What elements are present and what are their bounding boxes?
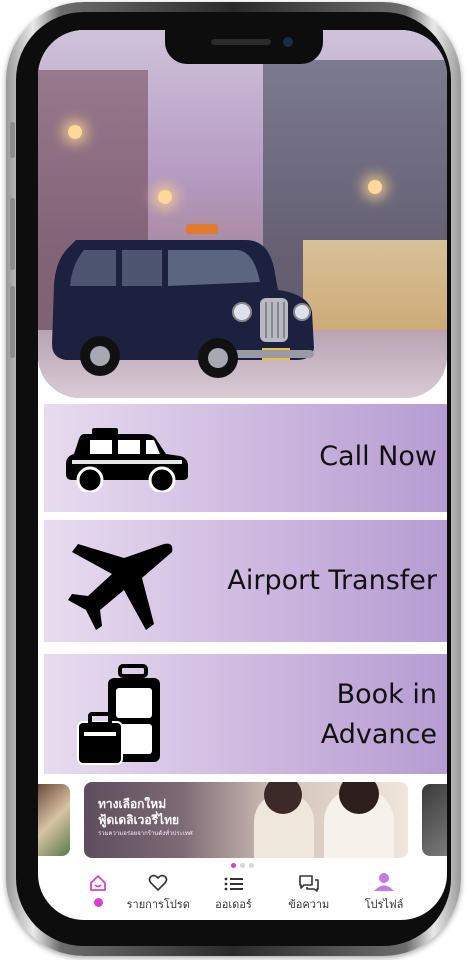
book-in-advance-button[interactable]: Book in Advance [44,654,447,774]
airplane-icon [68,543,173,630]
app-screen: Call Now Airport Transfer Book in Advanc… [38,30,447,920]
carousel-dot[interactable] [240,863,245,868]
chat-icon [298,870,320,892]
nav-orders-label: ออเดอร์ [215,898,252,911]
taxi-icon [66,428,188,492]
carousel-dot[interactable] [249,863,254,868]
carousel-dot-active[interactable] [231,863,236,868]
nav-favorites-label: รายการโปรด [126,898,190,911]
list-icon [224,870,244,892]
nav-profile-label: โปรไฟล์ [364,898,404,911]
banner-title-line1: ทางเลือกใหม่ [98,797,167,811]
nav-favorites[interactable]: รายการโปรด [125,870,191,920]
nav-messages-label: ข้อความ [288,898,330,911]
banner-title: ทางเลือกใหม่ ฟู้ดเดลิเวอรี่ไทย [98,796,179,828]
home-icon [89,870,107,892]
book-in-advance-label-line1: Book in [336,679,437,710]
avatar-icon [373,870,395,892]
notch [165,30,323,64]
street-light [368,180,382,194]
earpiece-speaker [211,39,271,45]
volume-up-button [10,198,15,270]
volume-down-button [10,286,15,358]
heart-icon [148,870,168,892]
taxi-photo [52,224,314,378]
hero-image [38,30,447,398]
front-camera [283,37,293,47]
promo-carousel[interactable]: ทางเลือกใหม่ ฟู้ดเดลิเวอรี่ไทย รวมความอร… [38,782,447,858]
mute-switch [10,122,15,158]
banner-subtitle: รวมความอร่อยจากร้านดังทั่วประเทศ [98,830,193,837]
street-light [68,125,82,139]
nav-active-dot [93,898,103,907]
nav-orders[interactable]: ออเดอร์ [201,870,267,920]
banner-previous[interactable] [38,784,70,856]
airport-transfer-button[interactable]: Airport Transfer [44,520,447,642]
book-in-advance-label-line2: Advance [320,719,437,750]
banner-next[interactable] [422,784,447,856]
nav-profile[interactable]: โปรไฟล์ [351,870,417,920]
nav-home[interactable] [80,870,116,920]
banner-title-line2: ฟู้ดเดลิเวอรี่ไทย [98,813,180,827]
airport-transfer-label: Airport Transfer [227,565,437,596]
street-light [158,190,172,204]
bottom-navigation: รายการโปรด ออเดอร์ ข้อความ โปรไฟล์ [38,870,447,920]
luggage-icon [77,664,160,765]
nav-messages[interactable]: ข้อความ [276,870,342,920]
call-now-label: Call Now [319,441,437,472]
call-now-button[interactable]: Call Now [44,404,447,512]
banner-food-delivery[interactable]: ทางเลือกใหม่ ฟู้ดเดลิเวอรี่ไทย รวมความอร… [84,782,408,858]
